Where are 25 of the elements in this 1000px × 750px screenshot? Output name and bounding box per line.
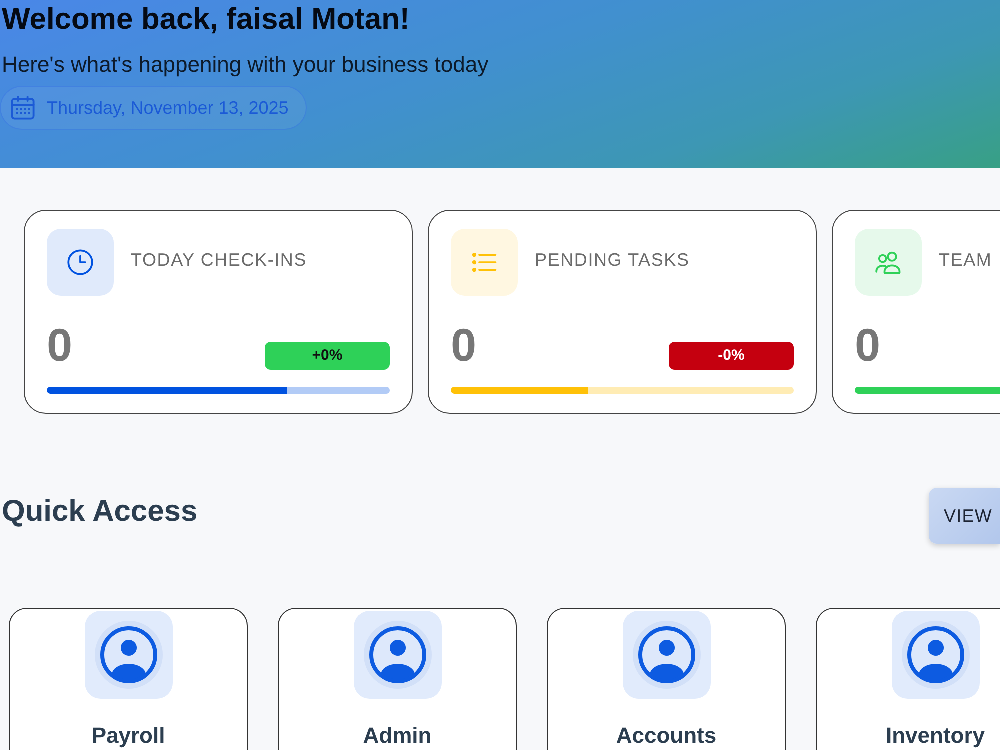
module-title: Accounts	[616, 723, 717, 749]
module-title: Admin	[363, 723, 432, 749]
module-title: Payroll	[92, 723, 166, 749]
people-icon	[855, 229, 922, 296]
section-title: Quick Access	[2, 495, 198, 529]
module-card[interactable]: Accounts	[547, 608, 786, 750]
module-card[interactable]: Payroll	[9, 608, 248, 750]
stat-value: 0	[855, 320, 881, 370]
welcome-subtitle: Here's what's happening with your business today	[2, 51, 489, 79]
stat-label: PENDING TASKS	[535, 250, 690, 270]
stat-value: 0	[47, 320, 73, 370]
calendar-icon	[11, 96, 35, 120]
stat-label: TEAM	[939, 250, 992, 270]
clock-icon	[47, 229, 114, 296]
module-title: Inventory	[886, 723, 986, 749]
trend-badge: -0%	[669, 342, 794, 370]
welcome-title: Welcome back, faisal Motan!	[2, 2, 410, 38]
module-card[interactable]: Admin	[278, 608, 517, 750]
view-button[interactable]: VIEW	[929, 488, 1000, 544]
stat-label: TODAY CHECK-INS	[131, 250, 308, 270]
date-text: Thursday, November 13, 2025	[47, 98, 289, 118]
trend-badge: +0%	[265, 342, 390, 370]
stat-value: 0	[451, 320, 477, 370]
module-card[interactable]: Inventory	[816, 608, 1000, 750]
list-icon	[451, 229, 518, 296]
